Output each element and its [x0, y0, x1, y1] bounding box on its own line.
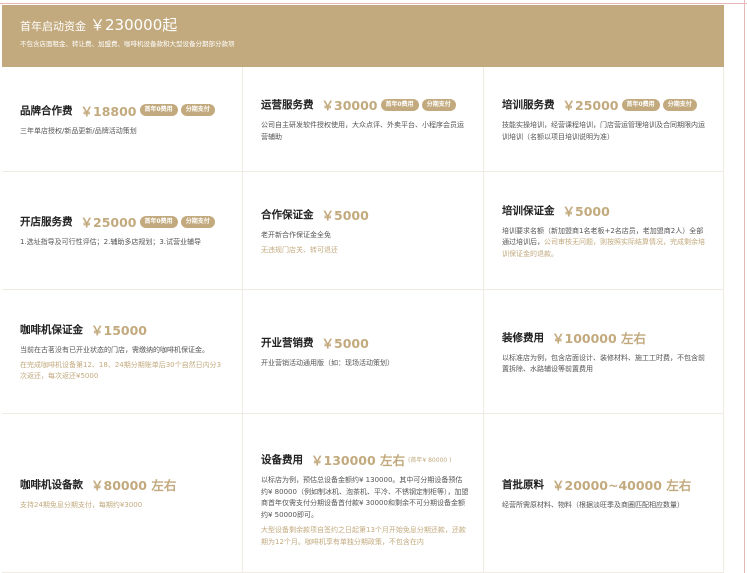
fee-name: 设备费用	[261, 454, 303, 466]
fee-name: 装修费用	[502, 331, 544, 344]
fee-price: ￥100000 左右	[552, 330, 647, 346]
fee-price: ￥80000 左右	[91, 477, 177, 493]
fee-desc: 以标准店为例，包含店面设计、装修材料、施工工时费，不包含前置拆除、水路辅设等前置…	[502, 353, 705, 374]
fee-price: ￥20000~40000 左右	[552, 477, 692, 493]
fee-desc: 技能实操培训，经营课程培训，门店营运管理培训及合同期限内运训培训（名额以项目培训…	[502, 121, 705, 141]
badge-first-year-free: 首年0费用	[621, 98, 660, 111]
fee-card-materials: 首批原料 ￥20000~40000 左右 经营所需原材料、物料（根据淡旺季及商圈…	[484, 414, 724, 573]
fee-card-decoration: 装修费用 ￥100000 左右 以标准店为例，包含店面设计、装修材料、施工工时费…	[484, 290, 724, 414]
fee-card-cooperation-deposit: 合作保证金 ￥5000 老开新合作保证金全免 无违规门店关、转可退还	[243, 172, 484, 290]
fee-name: 培训保证金	[502, 204, 555, 217]
fee-name: 合作保证金	[261, 209, 314, 221]
fee-desc: 公司自主研发软件授权使用，大众点评、外卖平台、小程序会员运营辅助	[261, 121, 464, 141]
fee-desc: 1.选址指导及可行性评估；2.辅助多店规划；3.试营业辅导	[20, 238, 202, 247]
fee-note: 在完成咖啡机设备第12、18、24期分期账单后30个自然日内分3次返还，每次返还…	[20, 360, 222, 381]
right-border	[744, 0, 745, 573]
badge-installment: 分期支付	[180, 215, 215, 228]
fee-desc: 经营所需原材料、物料（根据淡旺季及商圈匹配相应数量）	[502, 500, 684, 509]
fee-price: ￥130000 左右	[311, 453, 406, 468]
fee-price: ￥25000	[562, 98, 619, 113]
banner-amount: ￥230000起	[90, 16, 178, 34]
fee-card-operation: 运营服务费 ￥30000 首年0费用 分期支付 公司自主研发软件授权使用，大众点…	[243, 67, 484, 172]
fee-card-marketing: 开业营销费 ￥5000 开业营销活动通用版（如：现场活动策划）	[243, 290, 484, 414]
badge-first-year-free: 首年0费用	[139, 215, 178, 228]
badge-installment: 分期支付	[180, 104, 215, 117]
fee-name: 咖啡机设备款	[20, 478, 83, 491]
badge-installment: 分期支付	[662, 98, 697, 111]
badge-installment: 分期支付	[421, 98, 456, 111]
fee-name: 开店服务费	[20, 216, 73, 229]
fee-price-note: (首年¥ 80000 )	[408, 457, 452, 464]
fee-desc: 老开新合作保证金全免	[261, 231, 331, 239]
fee-price: ￥5000	[321, 336, 369, 352]
fee-card-brand: 品牌合作费 ￥18800 首年0费用 分期支付 三年单店授权/新品更新/品牌活动…	[2, 67, 243, 172]
fee-desc: 开业营销活动通用版（如：现场活动策划）	[261, 359, 394, 368]
fee-card-equipment: 设备费用 ￥130000 左右 (首年¥ 80000 ) 以标店为例，预估总设备…	[243, 414, 484, 573]
fee-note: 支持24期免息分期支付，每期约¥3000	[20, 500, 143, 509]
fee-desc: 以标店为例，预估总设备金额约¥ 130000。其中可分期设备预估约¥ 80000…	[261, 476, 469, 519]
badge-first-year-free: 首年0费用	[139, 104, 178, 117]
fee-card-opening: 开店服务费 ￥25000 首年0费用 分期支付 1.选址指导及可行性评估；2.辅…	[2, 172, 243, 290]
badge-first-year-free: 首年0费用	[380, 98, 419, 111]
fee-price: ￥25000	[80, 215, 137, 231]
banner-subtitle: 不包含店面租金、转让费、加盟费、咖啡机设备款和大型设备分期部分款项	[20, 40, 235, 48]
fee-price: ￥5000	[321, 208, 369, 223]
fee-price: ￥30000	[321, 98, 378, 113]
fee-card-training-service: 培训服务费 ￥25000 首年0费用 分期支付 技能实操培训，经营课程培训，门店…	[484, 67, 724, 172]
fee-name: 品牌合作费	[20, 104, 73, 117]
fee-price: ￥5000	[562, 203, 610, 219]
fee-card-coffee-machine: 咖啡机设备款 ￥80000 左右 支持24期免息分期支付，每期约¥3000	[2, 414, 243, 573]
fee-desc: 培训要求名额（新加盟商1名老板+2名店员，老加盟商2人）全部通过培训后，公司审核…	[502, 226, 709, 261]
banner-label: 首年启动资金	[20, 20, 86, 33]
top-border	[0, 3, 747, 4]
fee-note: 无违规门店关、转可退还	[261, 245, 338, 254]
fee-name: 开业营销费	[261, 337, 314, 350]
startup-capital-banner: 首年启动资金 ￥230000起 不包含店面租金、转让费、加盟费、咖啡机设备款和大型…	[2, 5, 724, 67]
fee-name: 咖啡机保证金	[20, 324, 83, 337]
fee-price: ￥15000	[91, 323, 147, 339]
fee-name: 培训服务费	[502, 99, 555, 111]
fee-desc: 三年单店授权/新品更新/品牌活动策划	[20, 126, 137, 135]
fee-note: 大型设备剩余款项自签约之日起第13个月开始免息分期还款，还款期为12个月。咖啡机…	[261, 526, 466, 546]
fee-price: ￥18800	[80, 103, 137, 119]
fee-card-coffee-deposit: 咖啡机保证金 ￥15000 当前在古茗没有已开业状态的门店，需缴纳的咖啡机保证金…	[2, 290, 243, 414]
fee-desc: 当前在古茗没有已开业状态的门店，需缴纳的咖啡机保证金。	[20, 346, 209, 355]
fee-grid: 品牌合作费 ￥18800 首年0费用 分期支付 三年单店授权/新品更新/品牌活动…	[2, 67, 724, 573]
fee-name: 运营服务费	[261, 99, 314, 111]
fee-card-training-deposit: 培训保证金 ￥5000 培训要求名额（新加盟商1名老板+2名店员，老加盟商2人）…	[484, 172, 724, 290]
banner-title: 首年启动资金 ￥230000起	[20, 14, 177, 35]
fee-name: 首批原料	[502, 478, 544, 491]
